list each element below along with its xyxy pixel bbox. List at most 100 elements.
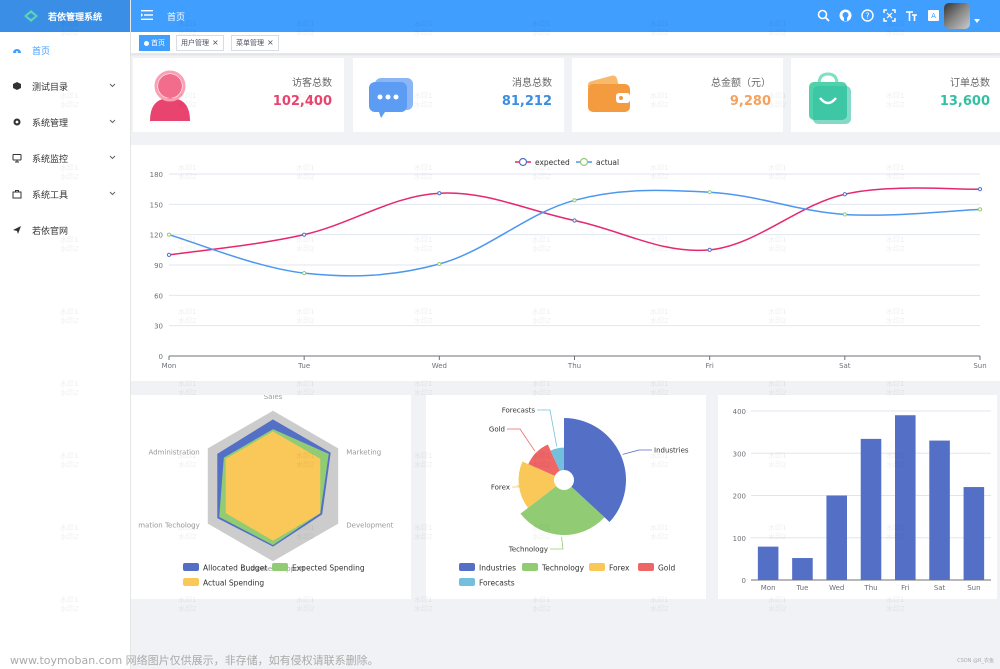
pie-chart-panel: Industries Technology Forex Gold Forecasts In… (426, 395, 706, 599)
bar (757, 546, 779, 580)
x-tick-label: Mon (761, 584, 776, 592)
data-point (437, 191, 442, 196)
card-value: 13,600 (939, 94, 990, 109)
slice-label: Forex (491, 484, 510, 492)
caret-down-icon[interactable] (974, 18, 980, 24)
bar (860, 438, 882, 580)
footer-text: www.toymoban.com 网络图片仅供展示，非存储，如有侵权请联系删除。 (10, 654, 379, 667)
radar-chart: SalesMarketingDevelopmentCustomer Suppor… (138, 393, 393, 588)
bar-chart-panel: 0 100 200 300 400 Mon Tue Wed Thu Fri Sat Sun (718, 395, 997, 599)
data-point (302, 232, 307, 237)
data-point (977, 207, 983, 212)
y-tick-label: 30 (154, 323, 163, 331)
legend-label: Allocated Budget (203, 564, 267, 573)
y-tick-label: 300 (733, 450, 746, 458)
chevron-down-icon (109, 119, 116, 124)
data-point (166, 252, 172, 257)
sidebar: 若依管理系统 首页测试目录 系统管理系统监控系统工具若依官网 (0, 0, 131, 669)
sidebar-item-label: 系统工具 (32, 190, 69, 201)
legend-label: Expected Spending (292, 564, 365, 573)
slice-label: Technology (508, 546, 548, 554)
line-chart-panel: 0 30 60 90 120 150 180 Mon Tue Wed Thu Fri Sat Sun exp… (131, 145, 1000, 381)
radar-indicator-label: Administration (149, 449, 200, 457)
legend-label: Technology (541, 564, 585, 573)
y-tick-label: 0 (159, 353, 163, 361)
message-card[interactable]: 消息总数 81,212 (353, 58, 564, 132)
data-point (572, 198, 577, 203)
send-icon (13, 226, 21, 234)
data-point (707, 190, 712, 195)
dashboard-icon (13, 49, 21, 53)
github-icon[interactable] (839, 9, 852, 22)
card-label: 消息总数 (512, 78, 552, 89)
x-tick-label: Wed (432, 362, 447, 370)
sidebar-item-label: 首页 (32, 46, 51, 57)
line-chart: 0 30 60 90 120 150 180 Mon Tue Wed Thu Fri Sat Sun exp… (150, 157, 987, 370)
sidebar-item-1[interactable]: 测试目录 (0, 68, 130, 104)
close-icon[interactable]: × (212, 38, 219, 47)
help-icon[interactable]: ? (861, 9, 874, 22)
x-tick-label: Tue (795, 584, 808, 592)
tags-view: 首页 用户管理 × 菜单管理 × (131, 32, 1000, 54)
legend-label: Industries (479, 564, 516, 573)
close-icon[interactable]: × (267, 38, 274, 47)
sidebar-item-label: 若依官网 (32, 226, 69, 237)
x-tick-label: Fri (901, 584, 909, 592)
legend-swatch (522, 563, 538, 571)
radar-chart-panel: Sales Marketing Development Customer Suppor… (131, 393, 411, 599)
sidebar-item-5[interactable]: 若依官网 (0, 212, 130, 248)
legend-marker (579, 157, 589, 167)
y-tick-label: 150 (150, 201, 163, 209)
bar (826, 495, 847, 580)
visitor-card[interactable]: 访客总数 102,400 (133, 58, 344, 132)
sidebar-item-label: 系统监控 (32, 154, 69, 165)
x-tick-label: Sun (967, 584, 980, 592)
tag-label: 菜单管理 (236, 39, 264, 47)
card-label: 总金额（元） (711, 78, 771, 89)
y-tick-label: 0 (742, 577, 746, 585)
message-icon (369, 78, 413, 118)
legend-swatch (183, 563, 199, 571)
monitor-icon (12, 154, 22, 163)
sidebar-item-2[interactable]: 系统管理 (0, 104, 130, 140)
legend-swatch (183, 578, 199, 586)
tag-home[interactable]: 首页 (139, 35, 170, 51)
y-tick-label: 60 (154, 292, 163, 300)
tag-user-management[interactable]: 用户管理 × (176, 35, 224, 51)
user-avatar[interactable] (944, 3, 970, 29)
fullscreen-icon[interactable] (883, 9, 896, 22)
x-tick-label: Wed (829, 584, 844, 592)
language-icon[interactable]: A (927, 9, 940, 22)
sidebar-item-3[interactable]: 系统监控 (0, 140, 130, 176)
order-card[interactable]: 订单总数 13,600 (791, 58, 1000, 132)
legend-swatch (459, 578, 475, 586)
gear-icon (13, 118, 21, 126)
hamburger-icon[interactable] (141, 9, 153, 21)
breadcrumb[interactable]: 首页 (167, 10, 185, 23)
tag-menu-management[interactable]: 菜单管理 × (231, 35, 279, 51)
bar (963, 487, 985, 580)
data-point (166, 232, 172, 237)
shopping-bag-icon (809, 72, 851, 124)
app-title: 若依管理系统 (48, 12, 103, 23)
app-logo[interactable]: 若依管理系统 (0, 0, 130, 32)
legend-swatch (272, 563, 288, 571)
radar-indicator-label: Development (346, 522, 393, 530)
bar (895, 415, 916, 580)
x-tick-label: Tue (297, 362, 310, 370)
sidebar-item-4[interactable]: 系统工具 (0, 176, 130, 212)
legend-label: Gold (658, 564, 675, 573)
y-tick-label: 120 (150, 232, 163, 240)
amount-card[interactable]: 总金额（元） 9,280 (572, 58, 783, 132)
svg-text:A: A (931, 12, 936, 20)
legend-swatch (459, 563, 475, 571)
card-value: 81,212 (501, 94, 552, 109)
x-tick-label: Sun (973, 362, 986, 370)
font-size-icon[interactable] (905, 9, 918, 22)
sidebar-item-0[interactable]: 首页 (0, 32, 130, 68)
legend-label: actual (596, 158, 619, 167)
search-icon[interactable] (817, 9, 830, 22)
series-line-actual (168, 189, 981, 277)
logo-icon (24, 10, 38, 22)
radar-indicator-label: Marketing (346, 449, 381, 457)
